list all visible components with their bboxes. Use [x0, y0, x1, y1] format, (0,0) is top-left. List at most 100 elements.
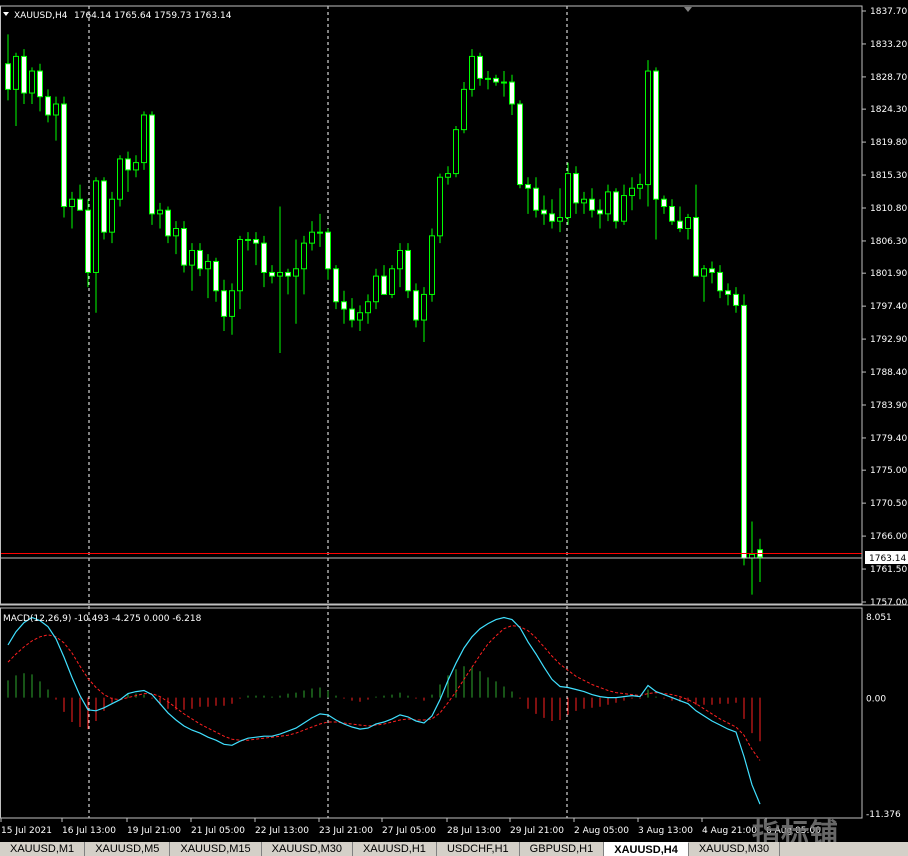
macd-panel: 8.051 0.00 -11.376	[7, 613, 901, 820]
bull-candle	[581, 198, 587, 204]
chart-shift-icon[interactable]	[684, 7, 692, 12]
time-tick-label: 27 Jul 05:00	[382, 826, 436, 836]
bull-candle	[621, 195, 627, 222]
macd-tick-label: 8.051	[866, 613, 892, 623]
bear-candle	[213, 260, 219, 292]
chart-tab[interactable]: XAUUSD,M30	[689, 842, 781, 856]
price-tick-label: 1788.40	[870, 368, 907, 378]
bull-candle	[205, 260, 211, 270]
bull-candle	[141, 114, 147, 164]
bear-candle	[341, 301, 347, 310]
bear-candle	[197, 249, 203, 270]
bull-candle	[357, 312, 363, 321]
bull-candle	[397, 249, 403, 270]
price-axis: 1837.70 1833.20 1828.70 1824.30 1819.80 1815.…	[0, 7, 907, 608]
bear-candle	[549, 213, 555, 222]
time-tick-label: 23 Jul 21:00	[319, 826, 373, 836]
chart-tab[interactable]: XAUUSD,M5	[85, 842, 171, 856]
bull-candle	[429, 235, 435, 295]
chart-tab[interactable]: XAUUSD,M30	[262, 842, 353, 856]
bull-candle	[469, 55, 475, 90]
bear-candle	[349, 308, 355, 321]
bear-candle	[653, 70, 659, 200]
macd-header: MACD(12,26,9) -10.493 -4.275 0.000 -6.21…	[3, 614, 202, 624]
bear-candle	[541, 209, 547, 215]
macd-tick-label: -11.376	[866, 810, 901, 820]
bear-candle	[101, 180, 107, 233]
price-tick-label: 1806.30	[870, 237, 907, 247]
bull-candle	[309, 231, 315, 244]
bear-candle	[573, 173, 579, 204]
bear-candle	[709, 268, 715, 273]
time-tick-label: 16 Jul 13:00	[62, 826, 116, 836]
bull-candle	[157, 209, 163, 215]
bear-candle	[405, 249, 411, 292]
bull-candle	[437, 176, 443, 237]
bull-candle	[685, 217, 691, 230]
bear-candle	[533, 187, 539, 211]
bear-candle	[669, 206, 675, 222]
bear-candle	[285, 271, 291, 277]
bear-candle	[493, 77, 499, 83]
bear-candle	[221, 290, 227, 317]
bear-candle	[37, 70, 43, 98]
price-tick-label: 1792.90	[870, 335, 907, 345]
chart-tab[interactable]: XAUUSD,M15	[170, 842, 262, 856]
bull-candle	[173, 228, 179, 237]
bull-candle	[245, 238, 251, 241]
macd-signal-line	[7, 625, 761, 761]
price-tick-label: 1828.70	[870, 73, 907, 83]
time-tick-label: 2 Aug 05:00	[574, 826, 629, 836]
chart-canvas[interactable]: 1837.70 1833.20 1828.70 1824.30 1819.80 1815.…	[0, 0, 908, 856]
price-tick-label: 1779.40	[870, 434, 907, 444]
chart-tab[interactable]: GBPUSD,H1	[520, 842, 605, 856]
chart-tab[interactable]: XAUUSD,H1	[353, 842, 437, 856]
bear-candle	[61, 103, 67, 208]
chart-tab[interactable]: XAUUSD,M1	[0, 842, 86, 856]
bear-candle	[677, 220, 683, 230]
bull-candle	[629, 187, 635, 197]
bull-candle	[557, 217, 563, 222]
price-tick-label: 1757.00	[870, 598, 907, 608]
candles-layer	[5, 34, 763, 595]
bull-candle	[501, 81, 507, 84]
time-tick-label: 4 Aug 21:00	[702, 826, 757, 836]
bear-candle	[725, 290, 731, 295]
bear-candle	[85, 209, 91, 273]
bear-candle	[269, 271, 275, 277]
price-tick-label: 1801.90	[870, 269, 907, 279]
bull-candle	[53, 103, 59, 116]
chart-tab[interactable]: XAUUSD,H4	[604, 842, 689, 856]
price-tick-label: 1797.40	[870, 302, 907, 312]
bull-candle	[389, 268, 395, 295]
macd-tick-label: 0.00	[866, 695, 886, 705]
price-tick-label: 1766.00	[870, 532, 907, 542]
time-tick-label: 3 Aug 13:00	[638, 826, 693, 836]
bear-candle	[741, 304, 747, 559]
bull-candle	[749, 553, 755, 559]
bear-candle	[125, 158, 131, 171]
bull-candle	[445, 173, 451, 178]
bull-candle	[701, 268, 707, 277]
bull-candle	[453, 129, 459, 175]
bull-candle	[605, 191, 611, 215]
time-tick-label: 29 Jul 21:00	[510, 826, 564, 836]
bear-candle	[477, 55, 483, 79]
bear-candle	[333, 268, 339, 303]
bull-candle	[565, 173, 571, 219]
bull-candle	[301, 242, 307, 270]
bull-candle	[637, 184, 643, 189]
bull-candle	[13, 55, 19, 90]
bull-candle	[69, 198, 75, 208]
bear-candle	[693, 217, 699, 277]
current-price-label: 1763.14	[869, 554, 906, 564]
bear-candle	[253, 238, 259, 244]
bear-candle	[77, 198, 83, 211]
time-tick-label: 21 Jul 05:00	[191, 826, 245, 836]
collapse-triangle-icon[interactable]	[3, 12, 9, 16]
bull-candle	[317, 231, 323, 234]
time-tick-label: 19 Jul 21:00	[127, 826, 181, 836]
bull-candle	[365, 301, 371, 314]
bull-candle	[109, 198, 115, 233]
chart-tab[interactable]: USDCHF,H1	[437, 842, 520, 856]
